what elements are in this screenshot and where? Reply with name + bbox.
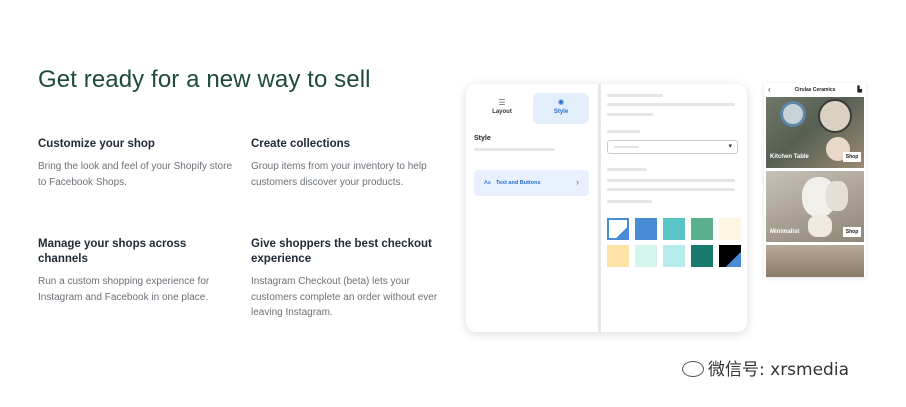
wechat-icon [682,361,704,377]
editor-sidebar: ☰ Layout ✺ Style Style Aa Text and Butto… [466,84,598,332]
color-swatch[interactable] [663,245,685,267]
placeholder-line [474,148,555,151]
tab-label: Style [553,109,569,115]
cart-icon[interactable]: ▙ [857,86,862,93]
collection-tile-minimalist[interactable]: Minimalist Shop [766,171,864,242]
shop-button[interactable]: Shop [843,227,861,237]
feature-title: Create collections [251,138,351,150]
section-heading: Style [474,135,491,142]
chevron-down-icon: ▾ [728,143,732,150]
placeholder-line [607,179,735,182]
tab-layout[interactable]: ☰ Layout [474,93,530,124]
feature-body: Instagram Checkout (beta) lets your cust… [251,276,438,318]
text-sample: Aa [484,180,491,186]
watermark-text: 微信号: xrsmedia [708,360,849,380]
feature-checkout: Give shoppers the best checkout experien… [251,237,446,321]
chevron-right-icon: › [576,177,579,187]
placeholder-line [607,94,663,97]
feature-create-collections: Create collections Group items from your… [251,137,451,190]
page-headline: Get ready for a new way to sell [38,66,371,93]
vase-image [826,181,848,211]
style-select[interactable]: ▾ [607,140,738,154]
tile-label: Minimalist [770,229,800,235]
feature-customize-shop: Customize your shop Bring the look and f… [38,137,238,190]
color-swatch[interactable] [691,245,713,267]
shop-title: Cirulas Ceramics [794,87,836,93]
feature-title: Give shoppers the best checkout experien… [251,238,432,265]
tab-label: Layout [492,109,512,115]
color-swatch[interactable] [635,218,657,240]
list-icon: ☰ [498,98,506,107]
collection-tile-kitchen-table[interactable]: Kitchen Table Shop [766,97,864,168]
feature-body: Group items from your inventory to help … [251,161,427,188]
placeholder-line [607,200,652,203]
text-and-buttons-row[interactable]: Aa Text and Buttons › [474,170,589,196]
tab-style[interactable]: ✺ Style [533,93,589,124]
color-swatch[interactable] [607,245,629,267]
shop-button[interactable]: Shop [843,152,861,162]
color-swatch[interactable] [691,218,713,240]
tile-label: Kitchen Table [770,154,809,160]
plate-image [780,101,806,127]
shop-editor-preview: ☰ Layout ✺ Style Style Aa Text and Butto… [466,84,747,332]
vase-image [808,215,832,237]
wechat-watermark: 微信号: xrsmedia [682,355,849,380]
feature-title: Customize your shop [38,138,155,150]
feature-body: Run a custom shopping experience for Ins… [38,276,210,303]
palette-icon: ✺ [557,98,565,107]
placeholder-line [607,130,640,133]
placeholder-line [607,168,647,171]
color-swatch[interactable] [663,218,685,240]
feature-title: Manage your shops across channels [38,238,187,265]
plate-image [818,99,852,133]
panel-divider [598,84,601,332]
color-swatch[interactable] [719,245,741,267]
feature-body: Bring the look and feel of your Shopify … [38,161,233,188]
phone-header: ‹ Cirulas Ceramics ▙ [764,83,866,97]
select-placeholder [614,146,639,148]
color-swatch[interactable] [635,245,657,267]
color-swatch[interactable] [607,218,629,240]
row-label: Text and Buttons [496,180,541,186]
placeholder-line [607,113,653,116]
phone-shop-preview: ‹ Cirulas Ceramics ▙ Kitchen Table Shop … [764,83,866,277]
color-swatch[interactable] [719,218,741,240]
placeholder-line [607,188,735,191]
placeholder-line [607,103,735,106]
feature-manage-shops: Manage your shops across channels Run a … [38,237,238,305]
collection-tile[interactable] [766,245,864,277]
